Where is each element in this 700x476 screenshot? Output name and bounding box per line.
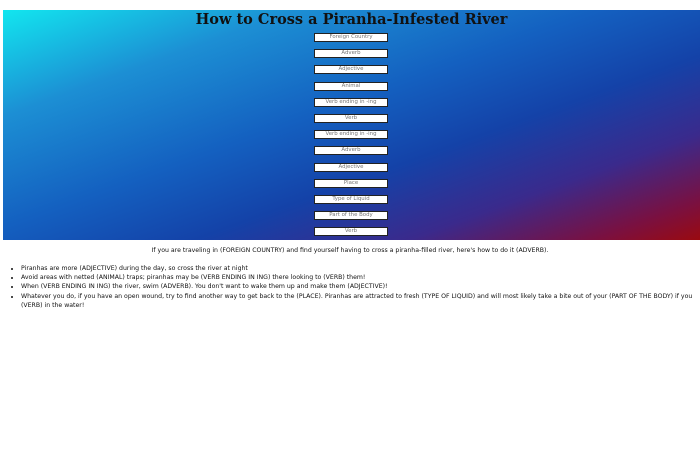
list-item: When (VERB ENDING IN ING) the river, swi… — [21, 282, 700, 291]
adjective-input-2[interactable] — [314, 163, 388, 172]
adverb-input-1[interactable] — [314, 49, 388, 58]
place-input[interactable] — [314, 179, 388, 188]
animal-input[interactable] — [314, 82, 388, 91]
foreign-country-input[interactable] — [314, 33, 388, 42]
adjective-input-1[interactable] — [314, 65, 388, 74]
verb-input-2[interactable] — [314, 227, 388, 236]
verb-ing-input-1[interactable] — [314, 98, 388, 107]
header-banner: How to Cross a Piranha-Infested River — [3, 10, 700, 240]
story-list: Piranhas are more (ADJECTIVE) during the… — [12, 264, 700, 310]
verb-input-1[interactable] — [314, 114, 388, 123]
page-title: How to Cross a Piranha-Infested River — [195, 11, 508, 28]
list-item: Whatever you do, if you have an open wou… — [21, 292, 700, 310]
adverb-input-2[interactable] — [314, 146, 388, 155]
verb-ing-input-2[interactable] — [314, 130, 388, 139]
list-item: Piranhas are more (ADJECTIVE) during the… — [21, 264, 700, 273]
type-of-liquid-input[interactable] — [314, 195, 388, 204]
story-intro: If you are traveling in (FOREIGN COUNTRY… — [151, 247, 549, 254]
part-of-body-input[interactable] — [314, 211, 388, 220]
list-item: Avoid areas with netted (ANIMAL) traps; … — [21, 273, 700, 282]
